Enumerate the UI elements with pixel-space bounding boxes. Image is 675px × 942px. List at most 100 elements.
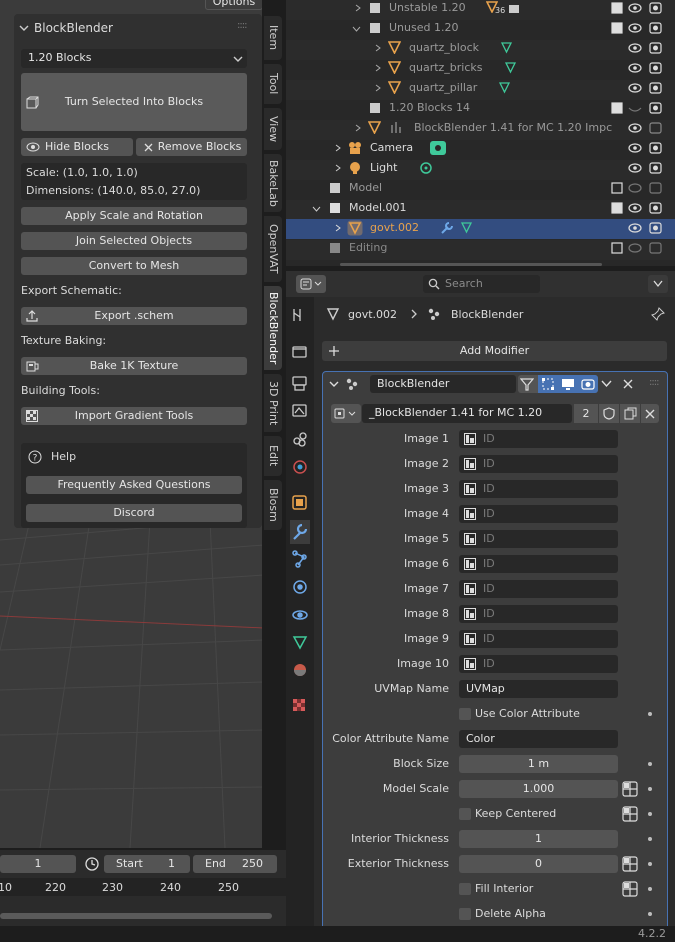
image-slot-field[interactable]: ID bbox=[459, 630, 618, 648]
keyframe-dot[interactable] bbox=[648, 787, 652, 791]
tab-blosm[interactable]: Blosm bbox=[264, 480, 282, 530]
geometry-nodes-filter-icon[interactable] bbox=[520, 377, 534, 391]
monitor-icon bbox=[562, 379, 574, 390]
interior-thickness-field[interactable]: 1 bbox=[459, 830, 618, 848]
convert-to-mesh-button[interactable]: Convert to Mesh bbox=[21, 257, 247, 275]
shield-icon bbox=[603, 407, 615, 420]
turn-into-blocks-button[interactable]: Turn Selected Into Blocks bbox=[21, 73, 247, 131]
keyframe-dot[interactable] bbox=[648, 712, 652, 716]
clock-icon[interactable] bbox=[84, 856, 100, 872]
current-frame-field[interactable]: 1 bbox=[0, 855, 76, 873]
nodegroup-users-button[interactable]: 2 bbox=[574, 404, 598, 423]
tab-edit[interactable]: Edit bbox=[264, 436, 282, 476]
outliner-visibility-controls[interactable] bbox=[608, 0, 675, 260]
keyframe-dot[interactable] bbox=[648, 912, 652, 916]
model-scale-field[interactable]: 1.000 bbox=[459, 780, 618, 798]
tab-tool[interactable]: Tool bbox=[264, 64, 282, 104]
options-button[interactable]: Options bbox=[205, 0, 263, 10]
image-slot-field[interactable]: ID bbox=[459, 455, 618, 473]
image-slot-field[interactable]: ID bbox=[459, 580, 618, 598]
tab-item[interactable]: Item bbox=[264, 16, 282, 60]
keyframe-dot[interactable] bbox=[648, 762, 652, 766]
keyframe-dot[interactable] bbox=[648, 862, 652, 866]
color-attribute-field[interactable]: Color bbox=[459, 730, 618, 748]
faq-button[interactable]: Frequently Asked Questions bbox=[26, 476, 242, 494]
use-color-attribute-checkbox[interactable] bbox=[459, 708, 471, 720]
camera-icon bbox=[581, 379, 595, 390]
image-slot-field[interactable]: ID bbox=[459, 430, 618, 448]
edit-mode-toggle[interactable] bbox=[538, 375, 558, 393]
add-modifier-label: Add Modifier bbox=[459, 344, 530, 357]
render-toggle[interactable] bbox=[578, 375, 598, 393]
tab-bakelab[interactable]: BakeLab bbox=[264, 154, 282, 212]
export-schem-button[interactable]: Export .schem bbox=[21, 307, 247, 325]
timeline-scrollbar[interactable] bbox=[0, 913, 272, 919]
attribute-toggle-icon[interactable] bbox=[622, 856, 638, 872]
drag-handle-icon[interactable]: :::: bbox=[237, 19, 248, 33]
add-modifier-button[interactable]: Add Modifier bbox=[322, 341, 667, 361]
block-set-dropdown[interactable]: 1.20 Blocks bbox=[21, 49, 247, 68]
image-slot-field[interactable]: ID bbox=[459, 605, 618, 623]
pin-icon[interactable] bbox=[651, 307, 665, 321]
hide-blocks-button[interactable]: Hide Blocks bbox=[21, 138, 133, 156]
attribute-toggle-icon[interactable] bbox=[622, 806, 638, 822]
image-icon bbox=[464, 508, 476, 520]
image-slot-placeholder: ID bbox=[483, 657, 495, 670]
remove-blocks-button[interactable]: Remove Blocks bbox=[136, 138, 247, 156]
keyframe-dot[interactable] bbox=[648, 837, 652, 841]
fill-interior-checkbox[interactable] bbox=[459, 883, 471, 895]
keep-centered-checkbox[interactable] bbox=[459, 808, 471, 820]
nodegroup-name-field[interactable]: _BlockBlender 1.41 for MC 1.20 bbox=[362, 404, 572, 423]
tab-view[interactable]: View bbox=[264, 108, 282, 150]
keyframe-dot[interactable] bbox=[648, 812, 652, 816]
image-slot-field[interactable]: ID bbox=[459, 505, 618, 523]
delete-alpha-checkbox[interactable] bbox=[459, 908, 471, 920]
block-size-field[interactable]: 1 m bbox=[459, 755, 618, 773]
options-dropdown-button[interactable] bbox=[648, 275, 668, 293]
close-icon[interactable] bbox=[623, 379, 633, 389]
search-field[interactable]: Search bbox=[423, 275, 540, 293]
chevron-right-icon bbox=[355, 124, 361, 132]
bake-texture-button[interactable]: Bake 1K Texture bbox=[21, 357, 247, 375]
chevron-right-icon bbox=[335, 224, 341, 232]
discord-button[interactable]: Discord bbox=[26, 504, 242, 522]
image-slot-field[interactable]: ID bbox=[459, 655, 618, 673]
end-frame-field[interactable]: End 250 bbox=[193, 855, 277, 873]
attribute-toggle-icon[interactable] bbox=[622, 881, 638, 897]
collapse-arrow-icon[interactable] bbox=[329, 379, 339, 389]
outliner-label: Unstable 1.20 bbox=[389, 1, 466, 14]
outliner-label: quartz_block bbox=[409, 41, 479, 54]
collapse-arrow-icon[interactable] bbox=[19, 23, 29, 33]
join-objects-button[interactable]: Join Selected Objects bbox=[21, 232, 247, 250]
properties-tab-icons[interactable] bbox=[290, 305, 310, 715]
image-slot-field[interactable]: ID bbox=[459, 530, 618, 548]
dimensions-text: Dimensions: (140.0, 85.0, 27.0) bbox=[26, 184, 201, 197]
editor-type-button[interactable] bbox=[296, 275, 326, 293]
uvmap-field[interactable]: UVMap bbox=[459, 680, 618, 698]
tab-3d-print[interactable]: 3D Print bbox=[264, 374, 282, 432]
modifier-name-field[interactable]: BlockBlender bbox=[370, 375, 516, 393]
apply-scale-rotation-button[interactable]: Apply Scale and Rotation bbox=[21, 207, 247, 225]
image-slot-field[interactable]: ID bbox=[459, 555, 618, 573]
duplicate-button[interactable] bbox=[620, 404, 640, 423]
light-data-icon bbox=[420, 162, 432, 174]
attribute-toggle-icon[interactable] bbox=[622, 781, 638, 797]
chevron-down-icon[interactable] bbox=[601, 380, 612, 388]
tab-openvat[interactable]: OpenVAT bbox=[264, 216, 282, 282]
outliner-label: quartz_pillar bbox=[409, 81, 478, 94]
import-gradient-button[interactable]: Import Gradient Tools bbox=[21, 407, 247, 425]
image-slot-label: Image 9 bbox=[404, 632, 449, 645]
viewport-toggle[interactable] bbox=[558, 375, 578, 393]
keyframe-dot[interactable] bbox=[648, 887, 652, 891]
node-tree-icon bbox=[334, 408, 356, 419]
nodegroup-browse-button[interactable] bbox=[331, 404, 361, 423]
unlink-button[interactable] bbox=[641, 404, 659, 423]
outliner-scrollbar[interactable] bbox=[340, 263, 602, 266]
tab-blockblender[interactable]: BlockBlender bbox=[264, 286, 282, 370]
start-frame-field[interactable]: Start 1 bbox=[104, 855, 190, 873]
image-slot-field[interactable]: ID bbox=[459, 480, 618, 498]
chevron-right-icon bbox=[375, 44, 381, 52]
drag-handle-icon[interactable]: :::: bbox=[649, 376, 660, 390]
fake-user-button[interactable] bbox=[599, 404, 619, 423]
exterior-thickness-field[interactable]: 0 bbox=[459, 855, 618, 873]
